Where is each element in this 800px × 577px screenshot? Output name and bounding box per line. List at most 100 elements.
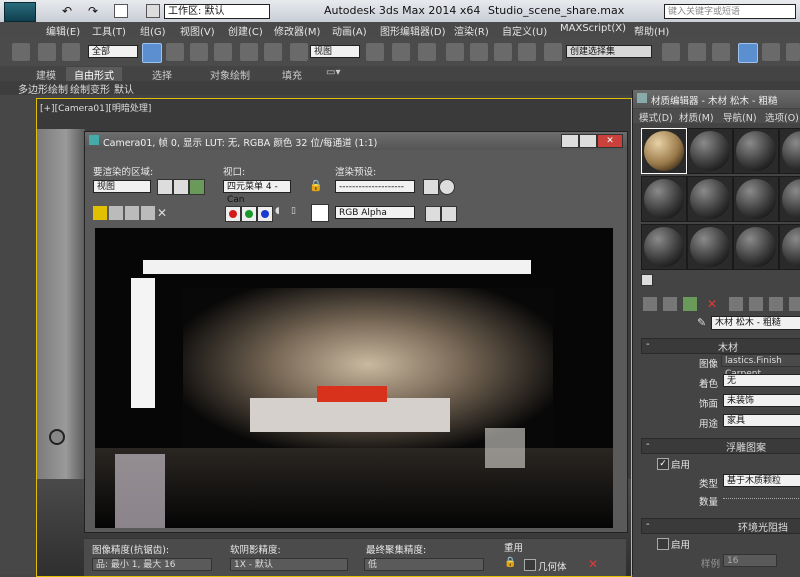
workspace-dropdown[interactable]: 工作区: 默认 — [164, 4, 270, 19]
toggle-ui-overlay-icon[interactable] — [425, 206, 441, 222]
ribbon-poly-draw[interactable]: 多边形绘制 — [18, 81, 68, 96]
stain-dropdown[interactable]: 无 — [723, 374, 800, 387]
unlink-icon[interactable] — [38, 43, 56, 61]
angle-snap-icon[interactable] — [470, 43, 488, 61]
schematic-view-icon[interactable] — [786, 43, 800, 61]
open-icon[interactable] — [114, 4, 128, 18]
tab-populate[interactable]: 填充 — [282, 67, 302, 82]
tab-object-paint[interactable]: 对象绘制 — [210, 67, 250, 82]
print-icon[interactable] — [141, 206, 155, 220]
spinner-snap-icon[interactable] — [518, 43, 536, 61]
material-slot[interactable] — [687, 176, 733, 222]
maximize-button[interactable] — [579, 134, 597, 148]
layer-icon[interactable] — [712, 43, 730, 61]
rect-selection-icon[interactable] — [190, 43, 208, 61]
relief-enable-checkbox[interactable]: ✓ — [657, 458, 669, 470]
menu-edit[interactable]: 编辑(E) — [46, 23, 80, 38]
material-slot[interactable] — [687, 224, 733, 270]
menu-navigation[interactable]: 导航(N) — [723, 110, 757, 124]
rollout-ambient-occlusion[interactable]: - 环境光阻挡 — [641, 518, 800, 534]
reuse-clear-icon[interactable]: ✕ — [588, 557, 602, 571]
menu-modifiers[interactable]: 修改器(M) — [274, 23, 320, 38]
close-button[interactable]: ✕ — [597, 134, 623, 148]
toggle-ui-icon[interactable] — [441, 206, 457, 222]
clear-icon[interactable]: ✕ — [157, 206, 171, 220]
bind-spacewarp-icon[interactable] — [62, 43, 80, 61]
tab-selection[interactable]: 选择 — [152, 67, 172, 82]
render-preset-dropdown[interactable]: -------------------- — [335, 180, 415, 193]
area-to-render-dropdown[interactable]: 视图 — [93, 180, 151, 193]
assign-material-icon[interactable] — [683, 297, 697, 311]
image-precision-field[interactable]: 品: 最小 1, 最大 16 — [92, 558, 212, 571]
curve-editor-icon[interactable] — [762, 43, 780, 61]
menu-animation[interactable]: 动画(A) — [332, 23, 367, 38]
named-selection-dropdown[interactable]: 创建选择集 — [566, 45, 652, 58]
red-channel-button[interactable] — [225, 206, 241, 222]
redo-icon[interactable]: ↷ — [88, 4, 98, 18]
viewport-label[interactable]: [+][Camera01][明暗处理] — [40, 101, 151, 114]
ribbon-toggle-icon[interactable] — [738, 43, 758, 63]
menu-mode[interactable]: 模式(D) — [639, 110, 673, 124]
finish-dropdown[interactable]: 未装饰 — [723, 394, 800, 407]
channel-display-dropdown[interactable]: RGB Alpha — [335, 206, 415, 219]
menu-material[interactable]: 材质(M) — [679, 110, 714, 124]
get-material-icon[interactable] — [643, 297, 657, 311]
copy-image-icon[interactable] — [109, 206, 123, 220]
menu-help[interactable]: 帮助(H) — [634, 23, 669, 38]
material-slot-active[interactable] — [641, 128, 687, 174]
material-slot[interactable] — [779, 128, 800, 174]
edit-named-sel-icon[interactable] — [544, 43, 562, 61]
amount-slider[interactable] — [723, 498, 800, 502]
material-id-icon[interactable] — [769, 297, 783, 311]
select-object-icon[interactable] — [142, 43, 162, 63]
menu-rendering[interactable]: 渲染(R) — [454, 23, 489, 38]
render-setup-icon[interactable] — [423, 179, 439, 195]
menu-customize[interactable]: 自定义(U) — [502, 23, 547, 38]
select-by-name-icon[interactable] — [166, 43, 184, 61]
slot-scroll-left-icon[interactable] — [641, 274, 653, 286]
window-crossing-icon[interactable] — [214, 43, 232, 61]
tab-freeform[interactable]: 自由形式 — [66, 67, 122, 82]
minimize-button[interactable] — [561, 134, 579, 148]
ribbon-options-icon[interactable]: ▭▾ — [326, 67, 340, 78]
tab-modeling[interactable]: 建模 — [36, 67, 56, 82]
viewport-select-dropdown[interactable]: 四元菜单 4 - Can — [223, 180, 291, 205]
image-field[interactable]: lastics.Finish Carpent — [721, 354, 800, 379]
type-dropdown[interactable]: 基于木质颗粒 — [723, 474, 800, 487]
auto-region-icon[interactable] — [173, 179, 189, 195]
menu-options[interactable]: 选项(O) — [765, 110, 799, 124]
put-to-scene-icon[interactable] — [663, 297, 677, 311]
mirror-icon[interactable] — [662, 43, 680, 61]
ribbon-defaults[interactable]: 默认 — [114, 81, 134, 96]
material-slot[interactable] — [641, 224, 687, 270]
reuse-lock-icon[interactable]: 🔒 — [504, 557, 518, 571]
ao-enable-checkbox[interactable] — [657, 538, 669, 550]
color-swatch[interactable] — [311, 204, 329, 222]
rollout-wood[interactable]: - 木材 — [641, 338, 800, 354]
clone-frame-icon[interactable] — [125, 206, 139, 220]
menu-create[interactable]: 创建(C) — [228, 23, 263, 38]
material-slot[interactable] — [779, 224, 800, 270]
link-icon[interactable] — [12, 43, 30, 61]
ribbon-paint-deform[interactable]: 绘制变形 — [70, 81, 110, 96]
menu-maxscript[interactable]: MAXScript(X) — [560, 23, 626, 34]
selection-filter-dropdown[interactable]: 全部 — [88, 45, 138, 58]
material-slot[interactable] — [733, 128, 779, 174]
select-manipulate-icon[interactable] — [392, 43, 410, 61]
undo-icon[interactable]: ↶ — [62, 4, 72, 18]
move-icon[interactable] — [240, 43, 258, 61]
material-slot[interactable] — [641, 176, 687, 222]
material-slot[interactable] — [779, 176, 800, 222]
reset-material-icon[interactable]: ✕ — [707, 297, 721, 311]
samples-spinner[interactable]: 16 — [723, 554, 777, 567]
keyboard-shortcut-icon[interactable] — [418, 43, 436, 61]
show-in-viewport-icon[interactable] — [789, 297, 800, 311]
lock-icon[interactable]: 🔒 — [309, 179, 323, 193]
green-channel-button[interactable] — [241, 206, 257, 222]
scale-icon[interactable] — [290, 43, 308, 61]
rollout-relief-pattern[interactable]: - 浮雕图案 — [641, 438, 800, 454]
material-name-field[interactable]: 木材 松木 - 粗糙 — [711, 316, 800, 330]
make-unique-icon[interactable] — [729, 297, 743, 311]
render-region-icon[interactable] — [189, 179, 205, 195]
geometry-checkbox[interactable] — [524, 559, 536, 571]
